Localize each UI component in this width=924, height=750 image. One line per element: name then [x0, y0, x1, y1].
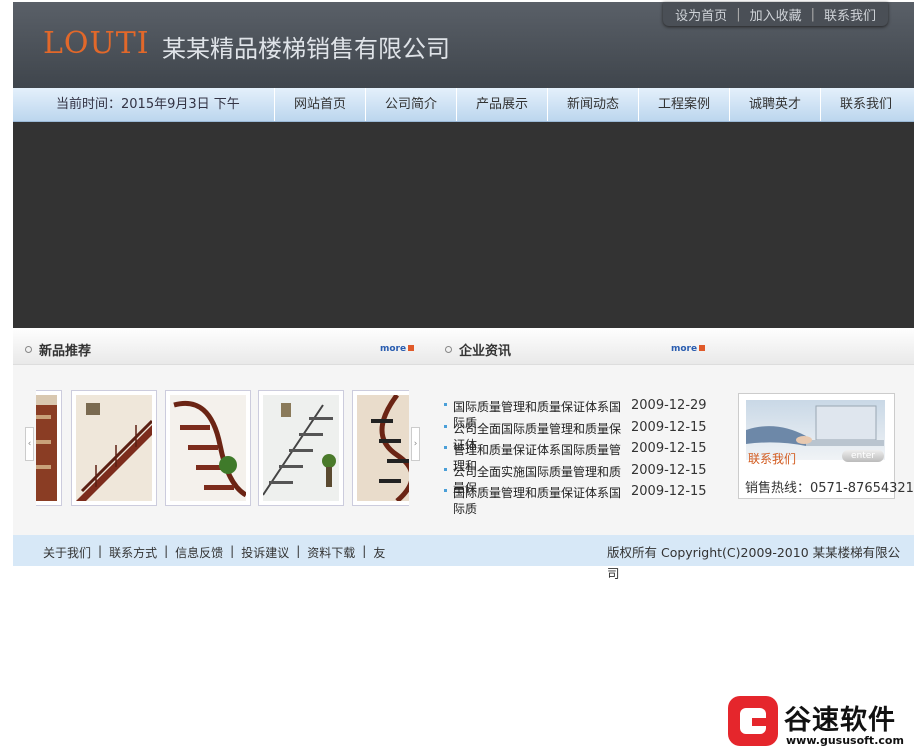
list-item[interactable]: 国际质量管理和质量保证体系国际质 2009-12-29	[443, 397, 723, 430]
arrow-icon	[699, 345, 706, 351]
contact-us-link[interactable]: 联系我们	[748, 450, 796, 467]
slider-next-icon[interactable]: ›	[411, 427, 420, 461]
bullet-icon	[444, 446, 447, 449]
list-item[interactable]: 国际质量管理和质量保证体系国际质 2009-12-15	[443, 483, 723, 516]
divider: |	[296, 544, 301, 558]
divider: |	[230, 544, 235, 558]
products-section-title: 新品推荐	[25, 340, 91, 359]
nav-jobs[interactable]: 诚聘英才	[729, 88, 820, 121]
sales-hotline: 销售热线：0571-87654321	[745, 481, 914, 496]
enter-button[interactable]: enter	[842, 450, 884, 462]
footer-link-friends[interactable]: 友	[373, 544, 385, 561]
news-date: 2009-12-15	[631, 484, 707, 499]
divider: |	[98, 544, 103, 558]
nav-news[interactable]: 新闻动态	[547, 88, 638, 121]
current-time: 当前时间：2015年9月3日 下午7:00:59	[56, 97, 240, 112]
footer-link-complaints[interactable]: 投诉建议	[241, 544, 289, 561]
logo[interactable]: LOUTI	[43, 26, 150, 61]
company-name: 某某精品楼梯销售有限公司	[162, 35, 450, 63]
bullet-icon	[444, 424, 447, 428]
news-date: 2009-12-15	[631, 462, 707, 478]
contact-us-top-link[interactable]: 联系我们	[824, 5, 876, 24]
copyright: 版权所有 Copyright(C)2009-2010 某某楼梯有限公司	[607, 545, 901, 581]
watermark-url: www.gususoft.com	[786, 734, 904, 747]
arrow-icon	[408, 345, 415, 351]
news-list: 国际质量管理和质量保证体系国际质 2009-12-29 公司全面国际质量管理和质…	[443, 397, 723, 516]
products-more-link[interactable]: more	[380, 344, 415, 354]
product-thumb[interactable]	[352, 390, 409, 506]
news-title[interactable]: 国际质量管理和质量保证体系国际质	[453, 485, 623, 516]
navbar: 当前时间：2015年9月3日 下午7:00:59 网站首页 公司简介 产品展示 …	[13, 88, 914, 122]
stair-image	[371, 395, 409, 501]
news-date: 2009-12-29	[631, 398, 707, 413]
circle-icon	[445, 346, 452, 353]
header: LOUTI 某某精品楼梯销售有限公司 设为首页 | 加入收藏 | 联系我们	[13, 2, 914, 88]
top-links: 设为首页 | 加入收藏 | 联系我们	[663, 2, 888, 26]
news-title[interactable]: 国际质量管理和质量保证体系国际质	[453, 399, 623, 430]
main-nav: 网站首页 公司简介 产品展示 新闻动态 工程案例 诚聘英才 联系我们	[274, 88, 911, 121]
nav-about[interactable]: 公司简介	[365, 88, 456, 121]
news-date: 2009-12-15	[631, 419, 707, 435]
stair-image	[263, 403, 336, 496]
footer: 关于我们 | 联系方式 | 信息反馈 | 投诉建议 | 资料下载 | 友 版权所…	[13, 535, 914, 581]
product-thumb[interactable]	[165, 390, 251, 506]
news-date: 2009-12-15	[631, 441, 707, 456]
bullet-icon	[444, 403, 447, 406]
footer-link-about[interactable]: 关于我们	[43, 544, 91, 561]
banner	[13, 122, 914, 328]
content-area: ‹ › 国际质量管理和质量保证体系国际质 2009-12-29 公司全面国际质量…	[13, 365, 914, 535]
nav-contact[interactable]: 联系我们	[820, 88, 911, 121]
divider: |	[736, 6, 741, 22]
section-bar: 新品推荐 more 企业资讯 more	[13, 330, 914, 365]
stair-image	[76, 403, 152, 501]
product-thumb[interactable]	[36, 390, 62, 506]
divider: |	[810, 6, 815, 22]
bullet-icon	[444, 467, 447, 471]
nav-home[interactable]: 网站首页	[274, 88, 365, 121]
contact-box: 联系我们 enter 销售热线：0571-87654321	[738, 393, 914, 499]
watermark-name: 谷速软件	[784, 705, 896, 736]
divider: |	[164, 544, 169, 558]
footer-links: 关于我们 | 联系方式 | 信息反馈 | 投诉建议 | 资料下载 | 友	[43, 544, 385, 561]
list-item[interactable]: 公司全面实施国际质量管理和质量保 2009-12-15	[443, 462, 723, 495]
nav-cases[interactable]: 工程案例	[638, 88, 729, 121]
watermark-logo: 谷速软件 www.gususoft.com	[728, 696, 924, 750]
news-title[interactable]: 公司全面国际质量管理和质量保证体	[453, 421, 623, 452]
product-thumb[interactable]	[258, 390, 344, 506]
divider: |	[362, 544, 367, 558]
footer-link-contact[interactable]: 联系方式	[109, 544, 157, 561]
product-slider	[36, 390, 409, 508]
add-favorite-link[interactable]: 加入收藏	[750, 5, 802, 24]
circle-icon	[25, 346, 32, 353]
g-logo-icon	[728, 696, 778, 746]
news-title[interactable]: 管理和质量保证体系国际质量管理和	[453, 442, 623, 473]
news-title[interactable]: 公司全面实施国际质量管理和质量保	[453, 464, 623, 495]
set-homepage-link[interactable]: 设为首页	[675, 5, 727, 24]
stair-image	[36, 405, 57, 501]
footer-link-feedback[interactable]: 信息反馈	[175, 544, 223, 561]
news-more-link[interactable]: more	[671, 344, 706, 354]
bullet-icon	[444, 489, 447, 492]
list-item[interactable]: 公司全面国际质量管理和质量保证体 2009-12-15	[443, 419, 723, 452]
product-thumb[interactable]	[71, 390, 157, 506]
news-section-title: 企业资讯	[445, 340, 511, 359]
stair-image	[173, 401, 246, 498]
nav-products[interactable]: 产品展示	[456, 88, 547, 121]
footer-link-downloads[interactable]: 资料下载	[307, 544, 355, 561]
slider-prev-icon[interactable]: ‹	[25, 427, 34, 461]
list-item[interactable]: 管理和质量保证体系国际质量管理和 2009-12-15	[443, 440, 723, 473]
